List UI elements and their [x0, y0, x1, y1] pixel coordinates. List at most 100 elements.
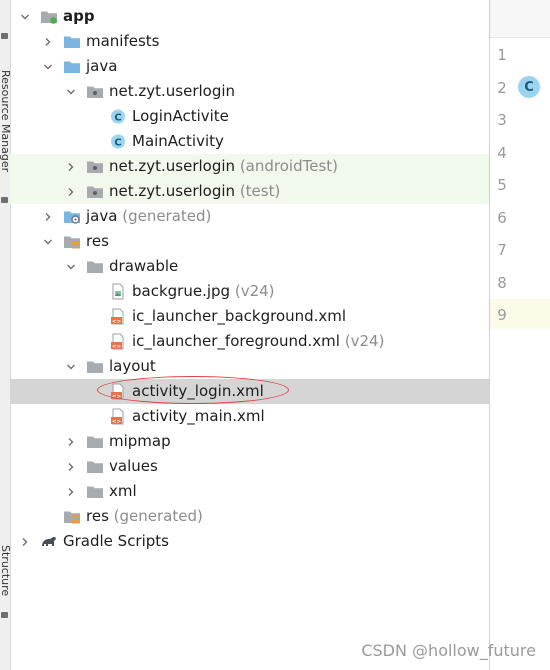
tree-item-label: java (generated): [86, 204, 211, 229]
tree-item-text: mipmap: [109, 432, 171, 450]
tree-item-suffix: (generated): [122, 207, 212, 225]
tree-item-login-activite[interactable]: C LoginActivite: [10, 104, 489, 129]
chevron-down-icon[interactable]: [18, 4, 32, 29]
class-gutter-icon[interactable]: C: [518, 76, 540, 98]
tree-item-layout[interactable]: layout: [10, 354, 489, 379]
tree-item-text: java: [86, 57, 118, 75]
line-number: 8: [497, 273, 507, 292]
tree-item-mipmap[interactable]: mipmap: [10, 429, 489, 454]
chevron-right-icon[interactable]: [64, 154, 78, 179]
tree-item-java-generated[interactable]: java (generated): [10, 204, 489, 229]
gradle-icon: [40, 533, 58, 550]
chevron-right-icon[interactable]: [18, 529, 32, 554]
tree-item-text: xml: [109, 482, 137, 500]
tree-item-ic-bg[interactable]: <> ic_launcher_background.xml: [10, 304, 489, 329]
gray-folder-icon: [86, 483, 104, 500]
chevron-right-icon[interactable]: [64, 479, 78, 504]
tree-item-xml[interactable]: xml: [10, 479, 489, 504]
tree-item-pkg-main[interactable]: net.zyt.userlogin: [10, 79, 489, 104]
tree-item-activity-main[interactable]: <> activity_main.xml: [10, 404, 489, 429]
tree-item-drawable[interactable]: drawable: [10, 254, 489, 279]
chevron-down-icon[interactable]: [64, 79, 78, 104]
tree-item-text: manifests: [86, 32, 160, 50]
tree-item-suffix: (androidTest): [239, 157, 338, 175]
tree-item-label: net.zyt.userlogin: [109, 79, 235, 104]
tree-item-text: backgrue.jpg: [132, 282, 231, 300]
tree-item-pkg-androidtest[interactable]: net.zyt.userlogin (androidTest): [10, 154, 489, 179]
watermark: CSDN @hollow_future: [361, 641, 536, 660]
svg-text:C: C: [114, 138, 121, 149]
tree-item-activity-login[interactable]: <> activity_login.xml: [10, 379, 489, 404]
svg-text:<>: <>: [112, 394, 122, 400]
tree-item-text: res: [86, 507, 109, 525]
line-number: 5: [497, 176, 507, 194]
tree-item-text: values: [109, 457, 158, 475]
chevron-right-icon[interactable]: [41, 204, 55, 229]
tree-item-label: xml: [109, 479, 137, 504]
line-number: 1: [497, 46, 507, 64]
tree-item-text: LoginActivite: [132, 107, 229, 125]
java-generated-icon: [63, 208, 81, 225]
xml-file-icon: <>: [109, 408, 127, 425]
chevron-down-icon[interactable]: [64, 354, 78, 379]
tree-item-java[interactable]: java: [10, 54, 489, 79]
tree-item-text: ic_launcher_foreground.xml: [132, 332, 340, 350]
tree-item-suffix: (test): [239, 182, 281, 200]
tree-item-label: backgrue.jpg (v24): [132, 279, 275, 304]
tree-item-res[interactable]: res: [10, 229, 489, 254]
chevron-down-icon[interactable]: [64, 254, 78, 279]
tree-item-text: drawable: [109, 257, 179, 275]
chevron-down-icon[interactable]: [41, 229, 55, 254]
blue-folder-icon: [63, 58, 81, 75]
tree-item-text: activity_main.xml: [132, 407, 265, 425]
tree-item-gradle-scripts[interactable]: Gradle Scripts: [10, 529, 489, 554]
tree-item-label: net.zyt.userlogin (androidTest): [109, 154, 338, 179]
tree-item-label: activity_login.xml: [132, 379, 264, 404]
chevron-down-icon[interactable]: [41, 54, 55, 79]
chevron-right-icon[interactable]: [64, 179, 78, 204]
tree-item-res-generated[interactable]: res (generated): [10, 504, 489, 529]
line-number: 2: [497, 78, 507, 97]
gray-folder-icon: [86, 358, 104, 375]
tree-item-manifests[interactable]: manifests: [10, 29, 489, 54]
editor-pane[interactable]: 1 2 3 4 5 6 7 8 9 C: [490, 0, 550, 670]
chevron-right-icon[interactable]: [64, 454, 78, 479]
project-tree: app manifests java net.zyt.userlogin C LoginA…: [10, 4, 489, 554]
tree-item-text: Gradle Scripts: [63, 532, 169, 550]
tree-item-suffix: (v24): [344, 332, 385, 350]
tree-item-suffix: (generated): [113, 507, 203, 525]
tree-item-pkg-test[interactable]: net.zyt.userlogin (test): [10, 179, 489, 204]
tree-item-label: MainActivity: [132, 129, 224, 154]
svg-text:<>: <>: [112, 319, 122, 325]
tree-item-main-activity[interactable]: C MainActivity: [10, 129, 489, 154]
tree-item-values[interactable]: values: [10, 454, 489, 479]
tree-item-label: layout: [109, 354, 156, 379]
blue-folder-icon: [63, 33, 81, 50]
tree-item-label: activity_main.xml: [132, 404, 265, 429]
tree-item-label: ic_launcher_background.xml: [132, 304, 346, 329]
tree-item-label: res (generated): [86, 504, 203, 529]
gray-folder-icon: [86, 258, 104, 275]
tree-item-label: ic_launcher_foreground.xml (v24): [132, 329, 384, 354]
tree-item-backgrue[interactable]: backgrue.jpg (v24): [10, 279, 489, 304]
xml-file-icon: <>: [109, 308, 127, 325]
tree-item-text: MainActivity: [132, 132, 224, 150]
chevron-right-icon[interactable]: [64, 429, 78, 454]
tree-item-text: net.zyt.userlogin: [109, 157, 236, 175]
line-number: 3: [497, 111, 507, 129]
resource-manager-marker: [1, 197, 8, 203]
tree-item-label: res: [86, 229, 109, 254]
tree-item-text: activity_login.xml: [132, 382, 264, 400]
tree-item-app[interactable]: app: [10, 4, 489, 29]
line-number: 4: [497, 143, 507, 162]
tree-item-label: values: [109, 454, 158, 479]
line-number: 9: [497, 306, 507, 324]
svg-text:<>: <>: [112, 419, 122, 425]
project-tab-marker[interactable]: [1, 33, 8, 39]
module-folder-icon: [40, 8, 58, 25]
tree-item-text: net.zyt.userlogin: [109, 182, 236, 200]
chevron-right-icon[interactable]: [41, 29, 55, 54]
image-file-icon: [109, 283, 127, 300]
tree-item-text: java: [86, 207, 118, 225]
tree-item-ic-fg[interactable]: <> ic_launcher_foreground.xml (v24): [10, 329, 489, 354]
